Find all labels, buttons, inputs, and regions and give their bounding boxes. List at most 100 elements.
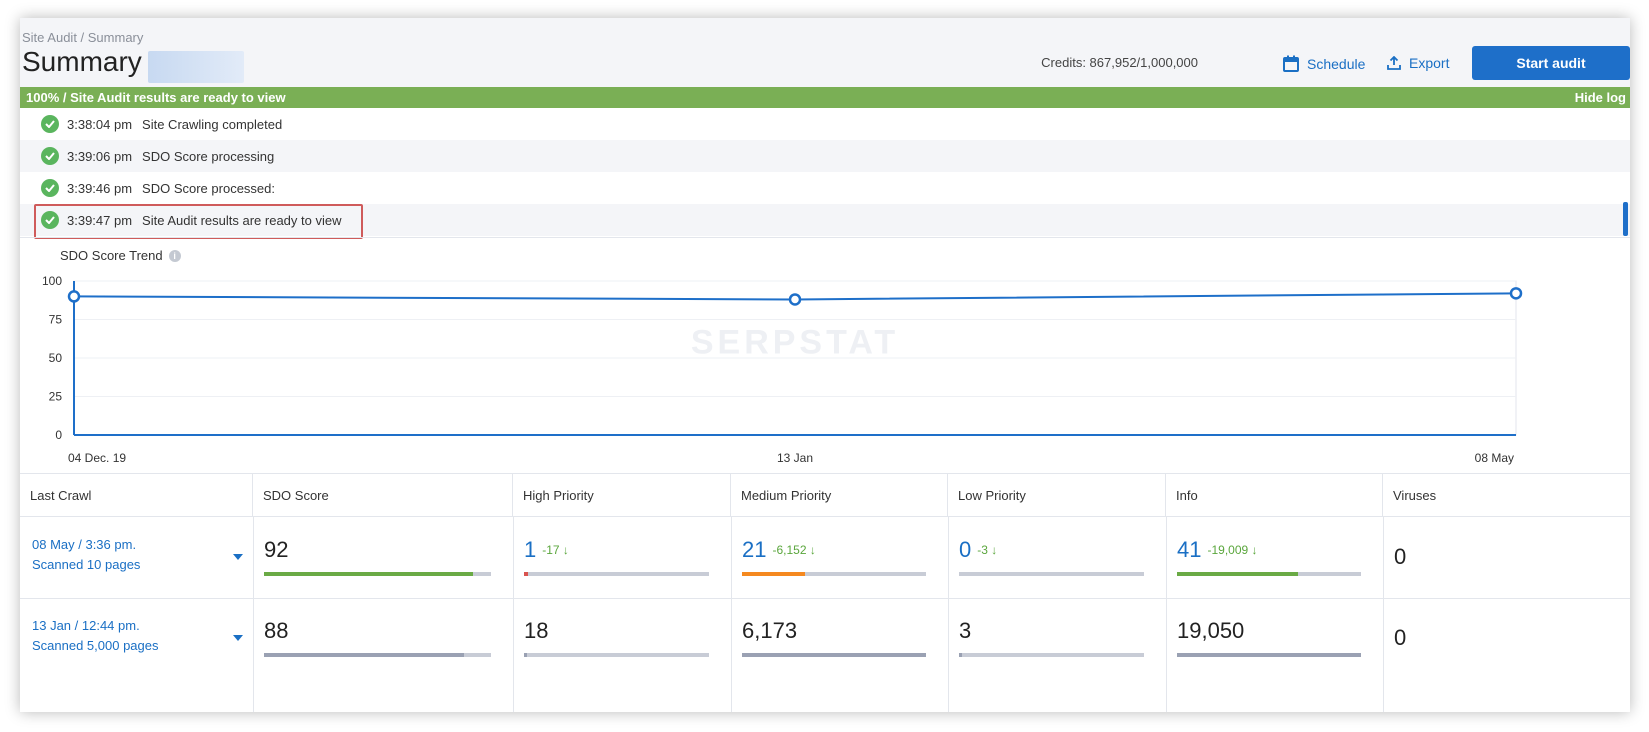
breadcrumb[interactable]: Site Audit / Summary <box>22 30 143 45</box>
log-message: SDO Score processing <box>142 148 275 164</box>
progress-fill <box>742 572 805 576</box>
progress-fill <box>959 653 962 657</box>
metric-number: 18 <box>524 618 549 643</box>
column-divider <box>253 517 254 712</box>
y-tick-label: 25 <box>49 390 63 404</box>
row-divider <box>20 598 1630 599</box>
metric-number: 21 <box>742 537 767 562</box>
progress-track <box>264 572 491 576</box>
crawl-date-link[interactable]: 08 May / 3:36 pm. Scanned 10 pages <box>32 535 140 575</box>
medium-value: 6,173 <box>742 618 797 644</box>
column-divider <box>1166 517 1167 712</box>
column-header: Info <box>1166 474 1383 517</box>
check-circle-icon <box>41 115 59 133</box>
metric-number: 1 <box>524 537 537 562</box>
metric-number: 0 <box>959 537 972 562</box>
column-header: Low Priority <box>948 474 1166 517</box>
log-message: Site Crawling completed <box>142 116 283 132</box>
column-divider <box>948 517 949 712</box>
log-time: 3:39:06 pm <box>67 148 133 164</box>
column-header: SDO Score <box>253 474 513 517</box>
divider <box>20 237 1630 238</box>
log-entry: 3:39:46 pm SDO Score processed: <box>20 172 1630 204</box>
progress-fill <box>1177 572 1299 576</box>
column-header: High Priority <box>513 474 731 517</box>
column-divider <box>513 517 514 712</box>
viruses-value: 0 <box>1394 544 1406 570</box>
progress-fill <box>742 653 926 657</box>
export-button[interactable]: Export <box>1387 55 1449 71</box>
crawl-pages-text: Scanned 10 pages <box>32 557 141 572</box>
progress-track <box>524 653 709 657</box>
crawl-date-text: 08 May / 3:36 pm. <box>32 537 137 552</box>
low-value: 0 -3 ↓ <box>959 537 997 563</box>
progress-fill <box>264 572 473 576</box>
metric-number: 88 <box>264 618 289 643</box>
metric-number: 3 <box>959 618 972 643</box>
metric-number: 0 <box>1394 544 1407 569</box>
log-time: 3:39:46 pm <box>67 180 133 196</box>
credits-counter: Credits: 867,952/1,000,000 <box>1041 55 1198 70</box>
check-circle-icon <box>41 147 59 165</box>
crawl-date-link[interactable]: 13 Jan / 12:44 pm. Scanned 5,000 pages <box>32 616 159 656</box>
chevron-down-icon[interactable] <box>233 635 243 641</box>
metric-number: 41 <box>1177 537 1202 562</box>
progress-track <box>264 653 491 657</box>
log-scrollbar[interactable] <box>1623 202 1628 236</box>
x-tick-label: 04 Dec. 19 <box>68 451 126 465</box>
upload-icon <box>1387 56 1401 70</box>
sdo-value: 92 <box>264 537 288 563</box>
progress-track <box>1177 572 1361 576</box>
y-tick-label: 0 <box>55 428 62 442</box>
progress-track <box>742 572 926 576</box>
x-tick-label: 13 Jan <box>777 451 813 465</box>
export-label: Export <box>1409 55 1450 71</box>
check-circle-icon <box>41 179 59 197</box>
info-value: 41 -19,009 ↓ <box>1177 537 1258 563</box>
y-tick-label: 50 <box>49 351 63 365</box>
column-divider <box>731 517 732 712</box>
progress-track <box>742 653 926 657</box>
schedule-label: Schedule <box>1307 55 1366 72</box>
progress-fill <box>1177 653 1361 657</box>
metric-delta: -3 ↓ <box>977 543 998 557</box>
metric-number: 6,173 <box>742 618 798 643</box>
progress-track <box>959 572 1144 576</box>
calendar-icon <box>1283 55 1299 72</box>
column-header: Medium Priority <box>731 474 948 517</box>
progress-track <box>1177 653 1361 657</box>
data-point <box>1509 287 1523 300</box>
log-entry: 3:39:06 pm SDO Score processing <box>20 140 1630 172</box>
data-point <box>788 293 802 306</box>
column-header: Viruses <box>1383 474 1630 517</box>
schedule-button[interactable]: Schedule <box>1283 55 1365 72</box>
metric-number: 0 <box>1394 625 1407 650</box>
x-tick-label: 08 May <box>1475 451 1514 465</box>
progress-fill <box>264 653 464 657</box>
data-point <box>67 290 81 303</box>
high-value: 18 <box>524 618 548 644</box>
crawl-history-table: Last Crawl SDO Score High Priority Medium P… <box>20 473 1630 712</box>
log-entry: 3:38:04 pm Site Crawling completed <box>20 108 1630 140</box>
info-icon[interactable]: i <box>168 249 181 262</box>
column-divider <box>1383 517 1384 712</box>
chart-title-text: SDO Score Trend <box>60 248 163 263</box>
metric-delta: -6,152 ↓ <box>772 543 816 557</box>
project-name-redacted <box>148 51 244 83</box>
page-title: Summary <box>22 46 142 77</box>
chevron-down-icon[interactable] <box>233 554 243 560</box>
progress-track <box>524 572 709 576</box>
y-tick-label: 75 <box>49 313 63 327</box>
y-tick-label: 100 <box>42 274 62 288</box>
crawl-pages-text: Scanned 5,000 pages <box>32 638 159 653</box>
chart-title: SDO Score Trend i <box>60 248 181 263</box>
info-value: 19,050 <box>1177 618 1244 644</box>
metric-number: 92 <box>264 537 289 562</box>
hide-log-link[interactable]: Hide log <box>1575 90 1626 105</box>
start-audit-button[interactable]: Start audit <box>1472 46 1630 80</box>
audit-summary-panel: Site Audit / Summary Summary Credits: 86… <box>20 18 1630 712</box>
progress-fill <box>524 653 527 657</box>
progress-fill <box>524 572 528 576</box>
sdo-score-trend-chart: 0 25 50 75 100 SERPSTAT 04 Dec. 19 13 Jan 08 May <box>42 274 1523 465</box>
low-value: 3 <box>959 618 971 644</box>
